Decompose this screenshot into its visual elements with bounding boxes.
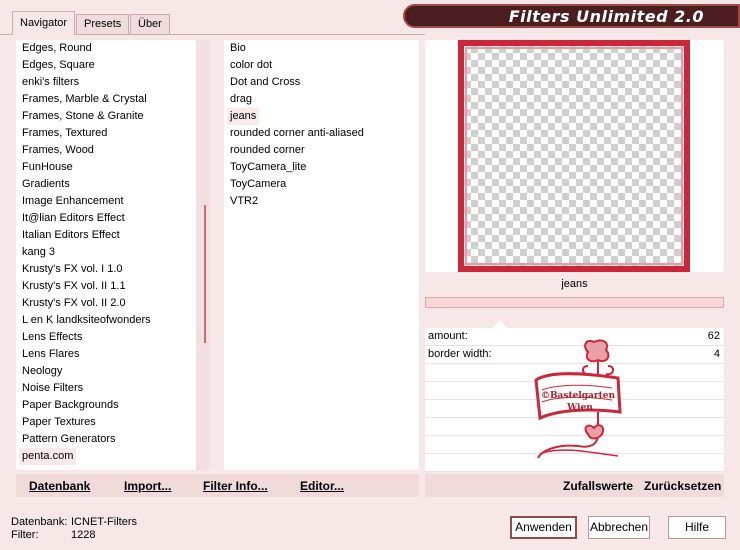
db-status-value: ICNET-Filters <box>71 516 137 528</box>
filter-item[interactable]: drag <box>230 91 252 108</box>
selected-filter-name: jeans <box>425 273 724 295</box>
editor-button[interactable]: Editor... <box>300 479 344 493</box>
category-item[interactable]: Krusty's FX vol. I 1.0 <box>22 261 123 278</box>
param-value[interactable]: 62 <box>708 330 720 342</box>
category-item[interactable]: Lens Effects <box>22 329 82 346</box>
apply-button[interactable]: Anwenden <box>510 516 577 539</box>
watermark-logo-icon: ©Bastelgarten Wien <box>534 339 622 459</box>
filter-item[interactable]: ToyCamera <box>230 176 286 193</box>
category-item[interactable]: Krusty's FX vol. II 1.1 <box>22 278 126 295</box>
tab-presets-label: Presets <box>84 18 122 30</box>
category-item[interactable]: Italian Editors Effect <box>22 227 120 244</box>
category-item[interactable]: Krusty's FX vol. II 2.0 <box>22 295 126 312</box>
filter-item[interactable]: Bio <box>230 40 246 57</box>
category-item[interactable]: penta.com <box>19 448 77 465</box>
db-status-label: Datenbank: <box>11 516 68 528</box>
filter-list[interactable]: Bio color dot Dot and Cross drag jeans rounde… <box>224 40 419 470</box>
filter-count-label: Filter: <box>11 529 39 541</box>
cancel-button[interactable]: Abbrechen <box>588 516 650 539</box>
tab-navigator[interactable]: Navigator <box>12 11 76 35</box>
param-label: amount: <box>428 330 468 342</box>
category-item[interactable]: Frames, Wood <box>22 142 94 159</box>
category-list[interactable]: Edges, Round Edges, Square enki's filters F… <box>16 40 196 470</box>
param-pointer-icon <box>493 320 507 328</box>
filter-item[interactable]: rounded corner anti-aliased <box>230 125 364 142</box>
filter-item[interactable]: VTR2 <box>230 193 258 210</box>
tab-ueber[interactable]: Über <box>130 14 170 34</box>
help-button[interactable]: Hilfe <box>668 516 726 539</box>
category-item[interactable]: Edges, Square <box>22 57 95 74</box>
category-item[interactable]: enki's filters <box>22 74 79 91</box>
category-item[interactable]: Frames, Marble & Crystal <box>22 91 147 108</box>
tab-navigator-label: Navigator <box>20 17 68 29</box>
category-item[interactable]: Lens Flares <box>22 346 79 363</box>
preview-image <box>458 40 690 272</box>
import-label: Import... <box>124 479 172 493</box>
watermark-text-2: Wien <box>566 403 593 413</box>
filter-item[interactable]: color dot <box>230 57 272 74</box>
category-item[interactable]: L en K landksiteofwonders <box>22 312 151 329</box>
category-item[interactable]: Gradients <box>22 176 70 193</box>
category-item[interactable]: It@lian Editors Effect <box>22 210 125 227</box>
category-item[interactable]: Edges, Round <box>22 40 92 57</box>
param-value[interactable]: 4 <box>714 348 720 360</box>
import-button[interactable]: Import... <box>124 479 171 493</box>
category-item[interactable]: Pattern Generators <box>22 431 116 448</box>
category-item[interactable]: Paper Backgrounds <box>22 397 119 414</box>
filter-info-button[interactable]: Filter Info... <box>203 479 268 493</box>
filter-item[interactable]: ToyCamera_lite <box>230 159 306 176</box>
category-item[interactable]: FunHouse <box>22 159 73 176</box>
reset-button[interactable]: Zurücksetzen <box>644 479 721 493</box>
category-scrollbar[interactable] <box>196 40 210 470</box>
filter-count-value: 1228 <box>71 529 96 541</box>
datenbank-label: Datenbank <box>29 479 91 493</box>
filter-info-label: Filter Info... <box>203 479 268 493</box>
category-item[interactable]: Neology <box>22 363 62 380</box>
filter-item[interactable]: rounded corner <box>230 142 305 159</box>
category-item[interactable]: Frames, Textured <box>22 125 107 142</box>
category-item[interactable]: Paper Textures <box>22 414 96 431</box>
random-values-button[interactable]: Zufallswerte <box>563 479 633 493</box>
category-item[interactable]: Noise Filters <box>22 380 83 397</box>
filter-item[interactable]: jeans <box>227 108 260 125</box>
category-item[interactable]: Image Enhancement <box>22 193 124 210</box>
app-header: Filters Unlimited 2.0 <box>403 4 740 28</box>
category-item[interactable]: Frames, Stone & Granite <box>22 108 144 125</box>
app-title: Filters Unlimited 2.0 <box>508 7 704 26</box>
category-scroll-thumb[interactable] <box>204 205 206 343</box>
datenbank-button[interactable]: Datenbank <box>29 479 90 493</box>
tab-ueber-label: Über <box>138 18 162 30</box>
tab-presets[interactable]: Presets <box>76 14 130 34</box>
param-label: border width: <box>428 348 492 360</box>
category-item[interactable]: kang 3 <box>22 244 55 261</box>
editor-label: Editor... <box>300 479 345 493</box>
watermark-text-1: ©Bastelgarten <box>541 391 616 401</box>
progress-bar <box>425 297 724 308</box>
filter-item[interactable]: Dot and Cross <box>230 74 300 91</box>
